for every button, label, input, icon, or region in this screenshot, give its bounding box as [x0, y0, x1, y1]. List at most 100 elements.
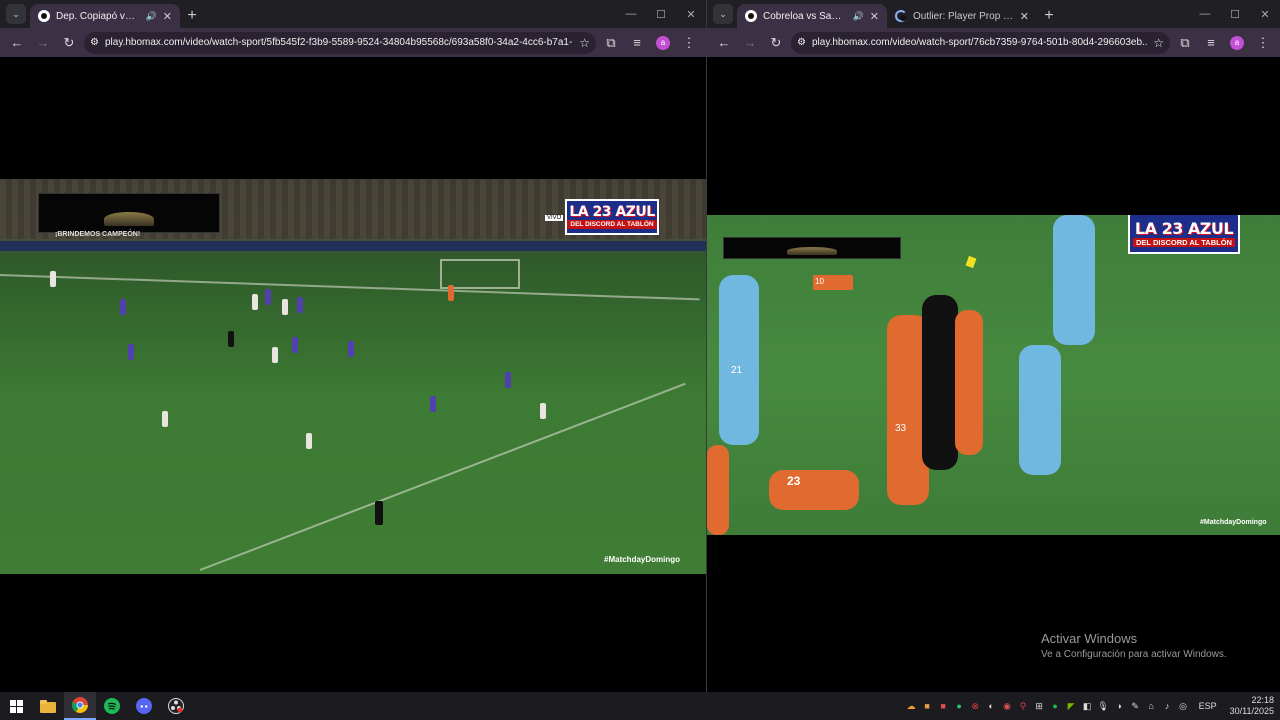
- player: [252, 294, 258, 310]
- tray-app-icon[interactable]: ⊗: [969, 700, 982, 713]
- weather-icon[interactable]: ☁: [905, 700, 918, 713]
- tray-app-icon[interactable]: ◑: [1113, 700, 1126, 713]
- back-icon[interactable]: ←: [6, 32, 28, 54]
- new-tab-icon[interactable]: +: [1037, 4, 1061, 28]
- profile-avatar[interactable]: a: [1226, 32, 1248, 54]
- la23azul-logo: LA 23 AZUL DEL DISCORD AL TABLÓN: [565, 199, 659, 235]
- window-close-icon[interactable]: ✕: [676, 0, 706, 28]
- nvidia-icon[interactable]: ◤: [1065, 700, 1078, 713]
- referee: [375, 501, 383, 525]
- address-bar[interactable]: ⚙ play.hbomax.com/video/watch-sport/5fb5…: [84, 31, 596, 54]
- menu-icon[interactable]: ⋮: [1252, 32, 1274, 54]
- discord-icon[interactable]: [128, 692, 160, 720]
- forward-icon[interactable]: →: [739, 32, 761, 54]
- new-tab-icon[interactable]: +: [180, 4, 204, 28]
- chrome-icon[interactable]: [64, 692, 96, 720]
- player: [292, 337, 298, 353]
- bookmark-star-icon[interactable]: ☆: [1153, 36, 1164, 50]
- audio-icon[interactable]: 🔊: [853, 11, 864, 22]
- tray-app-icon[interactable]: ■: [937, 700, 950, 713]
- tab-title: Cobreloa vs San Marcos • HBO Max: [763, 10, 847, 22]
- tray-app-icon[interactable]: ◉: [1001, 700, 1014, 713]
- player: [1019, 345, 1061, 475]
- extensions-icon[interactable]: ⧉: [1174, 32, 1196, 54]
- video-player-area[interactable]: ¡BRINDEMOS CAMPEÓN! VIVO LA 23 AZUL DEL …: [0, 57, 706, 692]
- player: [540, 403, 546, 419]
- left-browser-window: ⌄ Dep. Copiapó vs Dep. Concepción 🔊 ✕ + …: [0, 0, 706, 692]
- volume-icon[interactable]: ♪: [1161, 700, 1174, 713]
- tab-search-icon[interactable]: ⌄: [713, 4, 733, 24]
- extensions-icon[interactable]: ⧉: [600, 32, 622, 54]
- hbomax-favicon-icon: [38, 10, 50, 22]
- player: [306, 433, 312, 449]
- avatar: a: [656, 35, 670, 50]
- reload-icon[interactable]: ↻: [58, 32, 80, 54]
- media-control-icon[interactable]: ≡: [1200, 32, 1222, 54]
- tab-copiapo-concepcion[interactable]: Dep. Copiapó vs Dep. Concepción 🔊 ✕: [30, 4, 180, 28]
- forward-icon[interactable]: →: [32, 32, 54, 54]
- close-icon[interactable]: ✕: [1020, 10, 1029, 23]
- match-video-right[interactable]: LA 23 AZUL DEL DISCORD AL TABLÓN 21 33 1…: [707, 215, 1280, 535]
- audio-icon[interactable]: 🔊: [146, 11, 157, 22]
- hbomax-favicon-icon: [745, 10, 757, 22]
- pitch-line: [199, 382, 686, 571]
- watermark-title: Activar Windows: [1041, 631, 1138, 646]
- tray-app-icon[interactable]: ⚲: [1017, 700, 1030, 713]
- spotify-tray-icon[interactable]: ●: [1049, 700, 1062, 713]
- video-player-area[interactable]: LA 23 AZUL DEL DISCORD AL TABLÓN 21 33 1…: [707, 57, 1280, 692]
- maximize-icon[interactable]: ☐: [1220, 0, 1250, 28]
- tab-cobreloa-sanmarcos[interactable]: Cobreloa vs San Marcos • HBO Max 🔊 ✕: [737, 4, 887, 28]
- player: [430, 396, 436, 412]
- language-indicator[interactable]: ESP: [1199, 701, 1217, 711]
- close-icon[interactable]: ✕: [163, 10, 172, 23]
- tray-app-icon[interactable]: ◎: [1177, 700, 1190, 713]
- window-controls: — ☐ ✕: [616, 0, 706, 28]
- media-control-icon[interactable]: ≡: [626, 32, 648, 54]
- tab-outlier[interactable]: Outlier: Player Prop & Betting Tool ✕: [887, 4, 1037, 28]
- system-tray: ☁ ■ ■ ● ⊗ ◐ ◉ ⚲ ⊞ ● ◤ ◧ 🎙 ◑ ✎ ⌂ ♪ ◎ ESP …: [905, 692, 1280, 720]
- tray-app-icon[interactable]: ■: [921, 700, 934, 713]
- player: [162, 411, 168, 427]
- windows-start-icon[interactable]: [0, 692, 32, 720]
- player: [297, 297, 303, 313]
- live-badge: VIVO: [545, 215, 564, 221]
- microphone-icon[interactable]: 🎙: [1097, 700, 1110, 713]
- trophy-banner: [723, 237, 901, 259]
- player: [50, 271, 56, 287]
- tray-app-icon[interactable]: ⊞: [1033, 700, 1046, 713]
- player: [1053, 215, 1095, 345]
- match-video-left[interactable]: ¡BRINDEMOS CAMPEÓN! VIVO LA 23 AZUL DEL …: [0, 179, 706, 574]
- file-explorer-icon[interactable]: [32, 692, 64, 720]
- profile-avatar[interactable]: a: [652, 32, 674, 54]
- window-close-icon[interactable]: ✕: [1250, 0, 1280, 28]
- jersey-number: 23: [787, 474, 801, 488]
- player: [348, 341, 354, 357]
- banner-text: ¡BRINDEMOS CAMPEÓN!: [55, 231, 141, 238]
- network-icon[interactable]: ⌂: [1145, 700, 1158, 713]
- minimize-icon[interactable]: —: [1190, 0, 1220, 28]
- spotify-icon[interactable]: [96, 692, 128, 720]
- site-info-icon[interactable]: ⚙: [90, 37, 99, 48]
- obs-icon[interactable]: [160, 692, 192, 720]
- tray-app-icon[interactable]: ●: [953, 700, 966, 713]
- tray-app-icon[interactable]: ◧: [1081, 700, 1094, 713]
- minimize-icon[interactable]: —: [616, 0, 646, 28]
- close-icon[interactable]: ✕: [870, 10, 879, 23]
- tab-title: Outlier: Player Prop & Betting Tool: [913, 10, 1014, 22]
- trophy-icon: [104, 212, 154, 226]
- browser-toolbar: ← → ↻ ⚙ play.hbomax.com/video/watch-spor…: [0, 28, 706, 57]
- address-bar[interactable]: ⚙ play.hbomax.com/video/watch-sport/76cb…: [791, 31, 1170, 54]
- reload-icon[interactable]: ↻: [765, 32, 787, 54]
- tab-search-icon[interactable]: ⌄: [6, 4, 26, 24]
- maximize-icon[interactable]: ☐: [646, 0, 676, 28]
- back-icon[interactable]: ←: [713, 32, 735, 54]
- bookmark-star-icon[interactable]: ☆: [579, 36, 590, 50]
- menu-icon[interactable]: ⋮: [678, 32, 700, 54]
- pen-icon[interactable]: ✎: [1129, 700, 1142, 713]
- clock[interactable]: 22:18 30/11/2025: [1230, 695, 1274, 717]
- player: 10: [813, 275, 853, 290]
- fallen-player: 23: [769, 470, 859, 510]
- logo-subtitle: DEL DISCORD AL TABLÓN: [567, 220, 657, 229]
- site-info-icon[interactable]: ⚙: [797, 37, 806, 48]
- tray-app-icon[interactable]: ◐: [985, 700, 998, 713]
